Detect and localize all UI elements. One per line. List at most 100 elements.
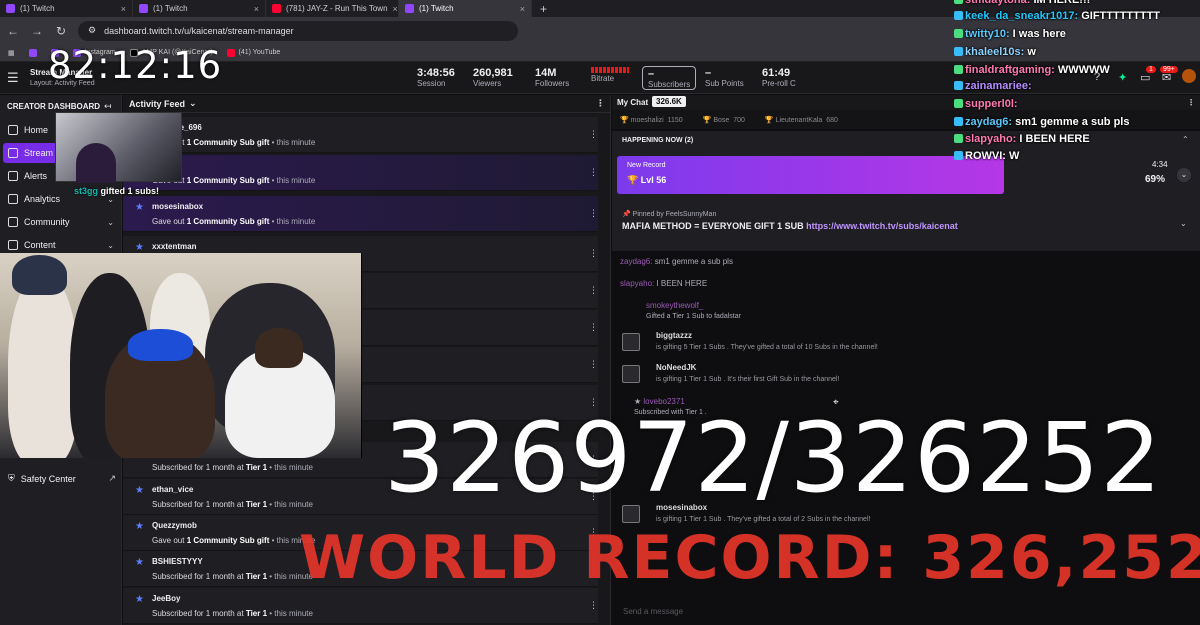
browser-tab[interactable]: (1) Twitch × <box>133 0 266 17</box>
feed-desc-prefix: Subscribed for 1 month at <box>152 463 246 472</box>
gift-username[interactable]: NoNeedJK <box>656 363 696 372</box>
more-options-icon[interactable]: ⋮ <box>589 359 598 370</box>
bookmark-youtube[interactable]: (41) YouTube <box>226 48 280 57</box>
more-options-icon[interactable]: ⋮ <box>589 322 598 333</box>
stat-preroll[interactable]: 61:49 Pre-roll C <box>762 67 796 91</box>
record-label: New Record <box>627 162 666 169</box>
stat-subscribers[interactable]: – Subscribers <box>642 66 697 90</box>
webcam-main <box>0 253 362 458</box>
close-tab-icon[interactable]: × <box>254 4 259 14</box>
gift-username[interactable]: biggtazzz <box>656 331 692 340</box>
more-options-icon[interactable]: ⋮ <box>589 285 598 296</box>
more-options-icon[interactable]: ⋮ <box>589 208 598 219</box>
feed-desc-bold: 1 Community Sub gift <box>186 217 270 226</box>
overlay-chat-message: supperl0l: <box>954 98 1018 110</box>
url-input[interactable]: ⚙ dashboard.twitch.tv/u/kaicenat/stream-… <box>78 20 518 41</box>
feed-time: this minute <box>276 138 316 147</box>
gift-desc: is gifting 5 Tier 1 Subs . They've gifte… <box>656 344 878 351</box>
sidebar-item-content[interactable]: Content ⌄ <box>3 235 119 255</box>
stat-bitrate[interactable]: Bitrate <box>591 67 629 91</box>
stat-session[interactable]: 3:48:56 Session <box>417 67 455 91</box>
feed-username[interactable]: ethan_vice <box>152 485 193 494</box>
feed-username[interactable]: xxxtentman <box>152 242 196 251</box>
feed-desc-bold: 1 Community Sub gift <box>186 536 270 545</box>
feed-username[interactable]: Quezzymob <box>152 521 197 530</box>
more-options-icon[interactable]: ⋮ <box>589 167 598 178</box>
more-options-icon[interactable]: ⋮ <box>589 129 598 140</box>
stat-label: Viewers <box>473 79 502 88</box>
bitrate-graph <box>591 67 629 73</box>
activity-feed-item[interactable]: ★ mosesinabox Gave out 1 Community Sub gif… <box>123 196 598 232</box>
overlay-chat-message: zainamariee: <box>954 80 1032 92</box>
feed-username[interactable]: BSHIESTYYY <box>152 557 203 566</box>
pinned-link[interactable]: https://www.twitch.tv/subs/kaicenat <box>806 221 958 231</box>
chat-username[interactable]: zaydag6: <box>620 257 652 266</box>
overlay-chat-text: W <box>1005 150 1020 162</box>
stat-sub-points[interactable]: – Sub Points <box>705 67 744 91</box>
mouse-cursor-icon: ⌖ <box>833 397 839 408</box>
stat-followers[interactable]: 14M Followers <box>535 67 569 91</box>
stat-label: Subscribers <box>648 80 691 89</box>
more-options-icon[interactable]: ⋮ <box>589 248 598 259</box>
overlay-chat-username: keek_da_sneakr1017: <box>965 10 1079 22</box>
close-tab-icon[interactable]: × <box>393 4 398 14</box>
star-icon: ★ <box>135 594 144 605</box>
hamburger-menu-icon[interactable]: ☰ <box>7 71 21 85</box>
leaderboard-entry[interactable]: 🏆 LieutenantKala 680 <box>765 116 838 124</box>
chat-username[interactable]: smokeythewolf_ <box>646 301 703 310</box>
bookmark-twitch[interactable] <box>28 48 37 57</box>
new-tab-button[interactable]: + <box>532 2 555 16</box>
chat-text: I BEEN HERE <box>654 279 708 288</box>
chat-input[interactable]: Send a message <box>617 603 1157 621</box>
hype-train-progress-bar[interactable]: New Record 🏆 Lvl 56 <box>617 156 1004 194</box>
sidebar-item-label: Analytics <box>24 194 61 204</box>
webcam-person <box>76 143 116 183</box>
gift-desc: is gifting 1 Tier 1 Sub . They've gifted… <box>656 516 871 523</box>
stat-value: 260,981 <box>473 67 513 79</box>
leaderboard-user: moeshalizi <box>630 116 664 124</box>
feed-time: this minute <box>274 463 313 472</box>
browser-tab-active[interactable]: (1) Twitch × <box>399 0 532 17</box>
site-info-icon[interactable]: ⚙ <box>88 25 96 36</box>
chevron-down-icon[interactable]: ⌄ <box>1180 219 1187 228</box>
overlay-chat-message: khaleel10s: w <box>954 46 1036 58</box>
more-options-icon[interactable]: ⋮ <box>596 98 605 109</box>
overlay-chat-username: finaldraftgaming: <box>965 64 1055 76</box>
chat-badge-icon <box>954 99 963 108</box>
stat-viewers[interactable]: 260,981 Viewers <box>473 67 513 91</box>
reload-icon[interactable]: ↻ <box>54 24 68 38</box>
chat-gift-event: NoNeedJK is gifting 1 Tier 1 Sub . It's t… <box>622 363 1192 389</box>
star-icon: ★ <box>135 485 144 496</box>
apps-icon[interactable]: ▦ <box>8 49 15 57</box>
activity-feed-header[interactable]: Activity Feed ⌄ ⋮ <box>123 95 610 113</box>
feed-username[interactable]: mosesinabox <box>152 202 203 211</box>
browser-tab[interactable]: (1) Twitch × <box>0 0 133 17</box>
star-icon: ★ <box>135 202 144 213</box>
forward-icon[interactable]: → <box>30 24 44 38</box>
activity-feed-item[interactable]: ★ JeeBoy Subscribed for 1 month at Tier 1 … <box>123 588 598 624</box>
chevron-down-icon: ⌄ <box>107 217 114 227</box>
leaderboard-entry[interactable]: 🏆 Bose 700 <box>703 116 745 124</box>
browser-tab[interactable]: (781) JAY-Z - Run This Town × <box>266 0 399 17</box>
sidebar-item-community[interactable]: Community ⌄ <box>3 212 119 232</box>
alerts-icon <box>8 171 18 181</box>
chevron-down-icon[interactable]: ⌄ <box>1177 168 1191 182</box>
more-options-icon[interactable]: ⋮ <box>589 600 598 611</box>
webcam-person <box>255 328 303 368</box>
feed-username[interactable]: JeeBoy <box>152 594 180 603</box>
stat-value: – <box>705 67 712 79</box>
leaderboard-entry[interactable]: 🏆 moeshalizi 1150 <box>620 116 683 124</box>
feed-desc-bold: Tier 1 <box>245 500 268 509</box>
chat-username[interactable]: slapyaho: <box>620 279 654 288</box>
overlay-chat-text: w <box>1024 46 1036 58</box>
close-tab-icon[interactable]: × <box>121 4 126 14</box>
close-tab-icon[interactable]: × <box>520 4 525 14</box>
world-record-banner: WORLD RECORD: 326,252 <box>299 523 1200 593</box>
safety-center-link[interactable]: ⛨ Safety Center ↗ <box>8 473 116 484</box>
collapse-sidebar-icon[interactable]: ↤ <box>104 101 112 112</box>
feed-desc-bold: Tier 1 <box>245 463 268 472</box>
activity-feed-item[interactable]: ★mins21Gave out 1 Community Sub gift • t… <box>123 155 598 191</box>
activity-feed-item[interactable]: ★chsauce_696Gave out 1 Community Sub gif… <box>123 117 598 153</box>
overlay-chat-message: keek_da_sneakr1017: GIFTTTTTTTTT <box>954 10 1160 22</box>
back-icon[interactable]: ← <box>6 24 20 38</box>
